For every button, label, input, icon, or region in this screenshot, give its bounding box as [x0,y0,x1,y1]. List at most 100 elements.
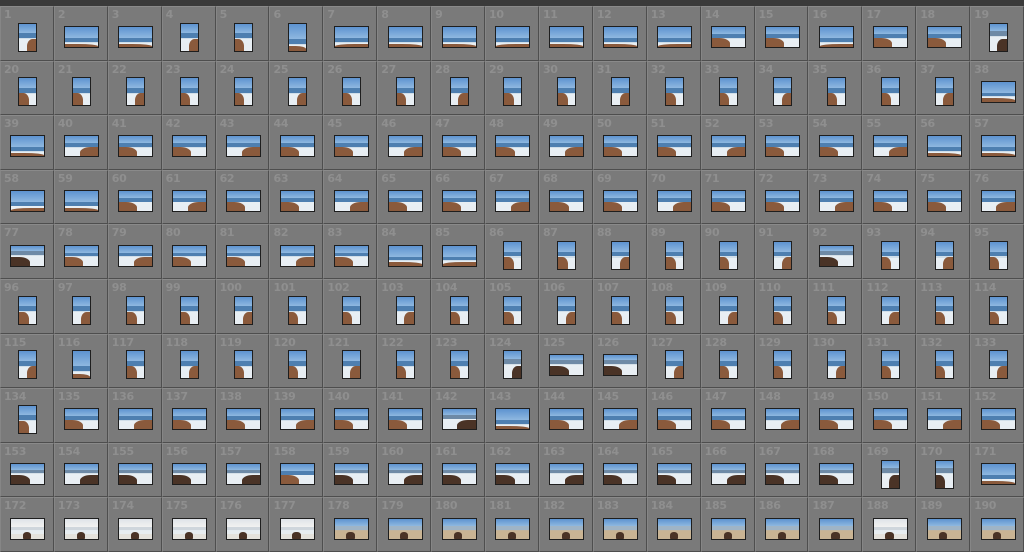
thumbnail-cell[interactable]: 52 [700,115,755,170]
thumbnail-cell[interactable]: 51 [646,115,701,170]
thumbnail-cell[interactable]: 90 [700,224,755,279]
photo-thumbnail[interactable] [926,517,962,540]
thumbnail-cell[interactable]: 135 [53,388,108,443]
thumbnail-cell[interactable]: 26 [323,60,378,116]
thumbnail-cell[interactable]: 168 [808,442,863,498]
photo-thumbnail[interactable] [279,408,315,431]
photo-thumbnail[interactable] [333,190,369,213]
photo-thumbnail[interactable] [980,80,1016,103]
thumbnail-cell[interactable]: 179 [377,497,432,552]
thumbnail-cell[interactable]: 18 [916,6,971,61]
thumbnail-cell[interactable]: 80 [161,224,216,279]
thumbnail-cell[interactable]: 108 [646,279,701,334]
thumbnail-cell[interactable]: 154 [53,442,108,498]
photo-thumbnail[interactable] [495,26,531,49]
thumbnail-cell[interactable]: 162 [485,442,539,498]
thumbnail-cell[interactable]: 25 [269,60,324,116]
thumbnail-cell[interactable]: 33 [700,60,755,116]
thumbnail-cell[interactable]: 148 [754,388,809,443]
thumbnail-cell[interactable]: 177 [269,497,324,552]
thumbnail-cell[interactable]: 187 [808,497,863,552]
photo-thumbnail[interactable] [18,77,38,107]
photo-thumbnail[interactable] [549,463,585,486]
thumbnail-cell[interactable]: 48 [485,115,539,170]
thumbnail-cell[interactable]: 133 [970,333,1024,389]
photo-thumbnail[interactable] [657,26,693,49]
photo-thumbnail[interactable] [557,295,577,325]
thumbnail-cell[interactable]: 14 [700,6,755,61]
photo-thumbnail[interactable] [118,244,154,267]
thumbnail-cell[interactable]: 105 [485,279,539,334]
thumbnail-cell[interactable]: 7 [323,6,378,61]
photo-thumbnail[interactable] [980,463,1016,486]
photo-thumbnail[interactable] [341,350,361,380]
photo-thumbnail[interactable] [441,463,477,486]
photo-thumbnail[interactable] [287,77,307,107]
photo-thumbnail[interactable] [772,295,792,325]
thumbnail-cell[interactable]: 121 [323,333,378,389]
thumbnail-cell[interactable]: 85 [431,224,486,279]
thumbnail-cell[interactable]: 12 [592,6,647,61]
thumbnail-cell[interactable]: 104 [431,279,486,334]
thumbnail-cell[interactable]: 84 [377,224,432,279]
thumbnail-cell[interactable]: 63 [269,169,324,225]
photo-thumbnail[interactable] [180,22,200,52]
photo-thumbnail[interactable] [441,244,477,267]
photo-thumbnail[interactable] [234,22,254,52]
photo-thumbnail[interactable] [495,408,531,431]
thumbnail-cell[interactable]: 89 [646,224,701,279]
photo-thumbnail[interactable] [72,295,92,325]
photo-thumbnail[interactable] [18,350,38,380]
thumbnail-cell[interactable]: 112 [862,279,917,334]
photo-thumbnail[interactable] [549,26,585,49]
thumbnail-cell[interactable]: 174 [107,497,162,552]
photo-thumbnail[interactable] [72,350,92,380]
photo-thumbnail[interactable] [64,517,100,540]
photo-thumbnail[interactable] [395,295,415,325]
photo-thumbnail[interactable] [818,244,854,267]
thumbnail-cell[interactable]: 58 [0,169,54,225]
photo-thumbnail[interactable] [341,295,361,325]
thumbnail-cell[interactable]: 100 [215,279,270,334]
thumbnail-cell[interactable]: 160 [377,442,432,498]
photo-thumbnail[interactable] [279,135,315,158]
photo-thumbnail[interactable] [279,517,315,540]
thumbnail-cell[interactable]: 151 [916,388,971,443]
thumbnail-cell[interactable]: 93 [862,224,917,279]
photo-thumbnail[interactable] [64,190,100,213]
thumbnail-cell[interactable]: 43 [215,115,270,170]
thumbnail-cell[interactable]: 50 [592,115,647,170]
thumbnail-cell[interactable]: 123 [431,333,486,389]
photo-thumbnail[interactable] [395,77,415,107]
photo-thumbnail[interactable] [441,517,477,540]
photo-thumbnail[interactable] [234,295,254,325]
photo-thumbnail[interactable] [603,408,639,431]
thumbnail-cell[interactable]: 131 [862,333,917,389]
thumbnail-cell[interactable]: 41 [107,115,162,170]
thumbnail-cell[interactable]: 53 [754,115,809,170]
photo-thumbnail[interactable] [180,77,200,107]
thumbnail-cell[interactable]: 147 [700,388,755,443]
photo-thumbnail[interactable] [118,26,154,49]
photo-thumbnail[interactable] [657,135,693,158]
photo-thumbnail[interactable] [880,295,900,325]
photo-thumbnail[interactable] [441,26,477,49]
photo-thumbnail[interactable] [764,463,800,486]
photo-thumbnail[interactable] [980,408,1016,431]
photo-thumbnail[interactable] [10,190,46,213]
thumbnail-cell[interactable]: 107 [592,279,647,334]
thumbnail-cell[interactable]: 45 [323,115,378,170]
thumbnail-cell[interactable]: 167 [754,442,809,498]
photo-thumbnail[interactable] [503,350,523,380]
photo-thumbnail[interactable] [818,190,854,213]
photo-thumbnail[interactable] [333,135,369,158]
thumbnail-cell[interactable]: 111 [808,279,863,334]
thumbnail-cell[interactable]: 74 [862,169,917,225]
thumbnail-cell[interactable]: 71 [700,169,755,225]
photo-thumbnail[interactable] [934,459,954,489]
thumbnail-cell[interactable]: 10 [485,6,539,61]
thumbnail-cell[interactable]: 143 [485,388,539,443]
thumbnail-cell[interactable]: 15 [754,6,809,61]
thumbnail-cell[interactable]: 62 [215,169,270,225]
photo-thumbnail[interactable] [880,77,900,107]
